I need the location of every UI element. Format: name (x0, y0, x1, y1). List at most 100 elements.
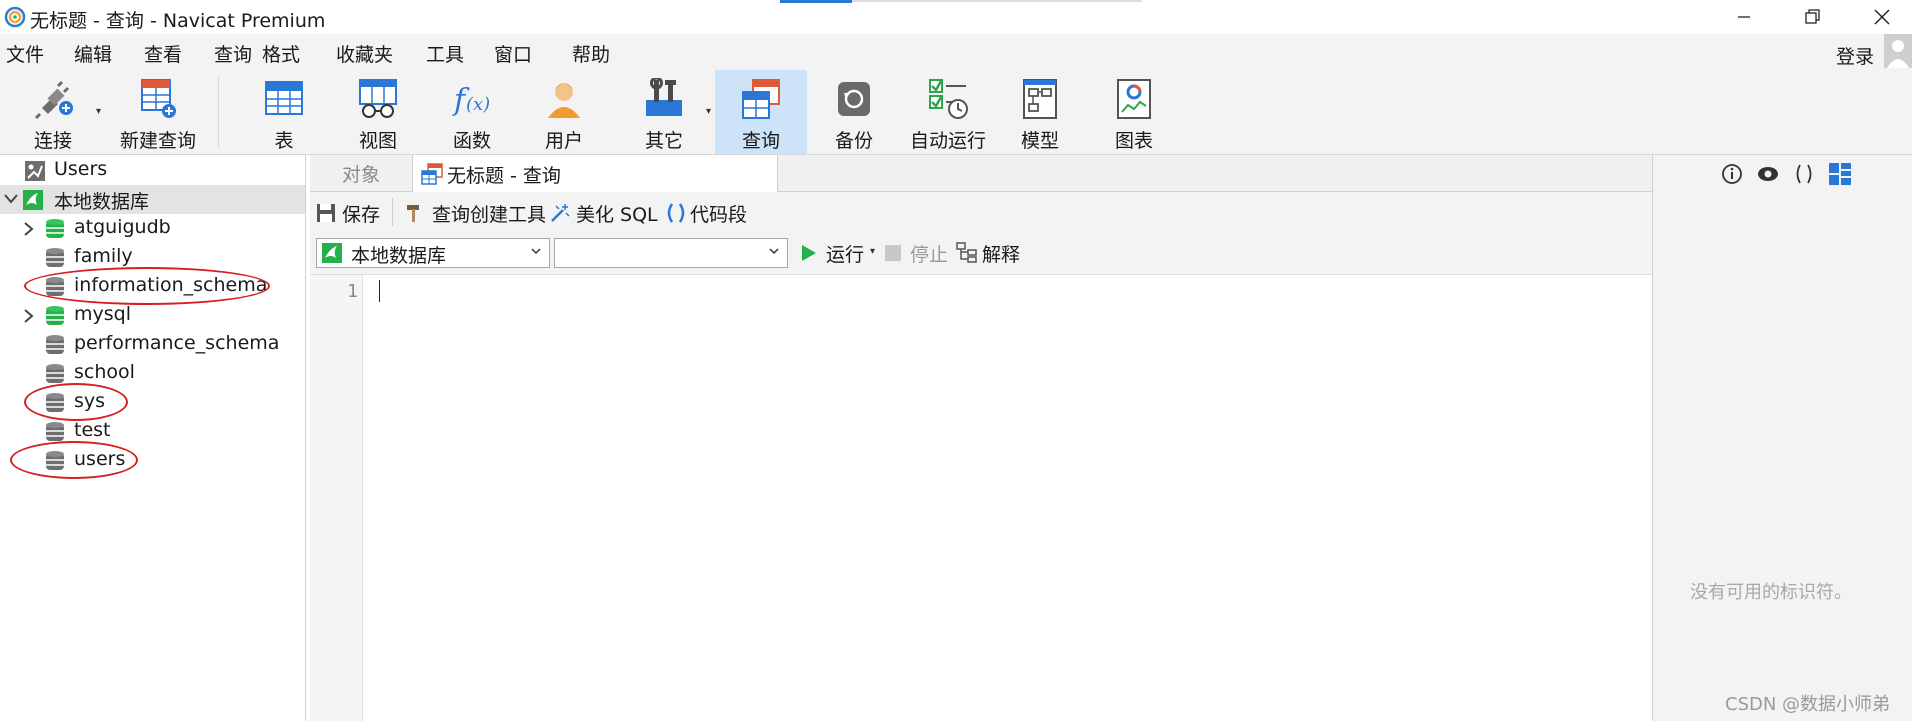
tree-item-connection[interactable]: 本地数据库 (0, 185, 305, 214)
toolbar-connection-button[interactable]: 连接 (8, 70, 98, 154)
tools-icon (646, 78, 682, 116)
view-glasses-icon (359, 79, 397, 118)
menu-favorites[interactable]: 收藏夹 (336, 40, 393, 67)
chevron-down-icon (531, 248, 541, 255)
connection-dropdown-caret-icon[interactable]: ▾ (96, 106, 101, 117)
explain-icon (956, 242, 977, 263)
toolbar-label: 用户 (544, 130, 583, 152)
tree-item-database[interactable]: test (0, 417, 305, 446)
tree-item-label: family (74, 245, 133, 267)
connection-select[interactable]: 本地数据库 (316, 238, 550, 268)
editor-gutter (310, 275, 363, 721)
menu-edit[interactable]: 编辑 (74, 40, 112, 67)
mysql-connection-icon (23, 190, 43, 210)
restore-button[interactable] (1782, 0, 1842, 34)
svg-text:(x): (x) (466, 94, 490, 115)
connection-plug-icon (34, 80, 73, 120)
tree-item-database[interactable]: school (0, 359, 305, 388)
toolbar-label: 视图 (358, 130, 397, 152)
tree-item-label: test (74, 419, 111, 441)
toolbar-chart-button[interactable]: 图表 (1088, 70, 1180, 154)
close-button[interactable] (1852, 0, 1912, 34)
tree-item-database[interactable]: mysql (0, 301, 305, 330)
info-icon[interactable] (1720, 162, 1744, 186)
chevron-right-icon[interactable] (24, 309, 34, 323)
chevron-down-icon[interactable] (4, 194, 18, 204)
annotation-circle (24, 383, 128, 421)
menu-file[interactable]: 文件 (6, 40, 44, 67)
no-identifiers-message: 没有可用的标识符。 (1690, 582, 1852, 603)
database-icon (46, 422, 64, 441)
watermark: CSDN @数据小师弟 (1725, 694, 1891, 715)
toolbar-table-button[interactable]: 表 (238, 70, 330, 154)
parentheses-icon[interactable] (1792, 162, 1816, 186)
info-pane (1652, 155, 1912, 721)
backup-icon (838, 82, 870, 116)
others-dropdown-caret-icon[interactable]: ▾ (706, 106, 711, 117)
query-icon (742, 79, 780, 119)
database-open-icon (46, 219, 64, 238)
new-query-icon (141, 79, 176, 118)
tab-query[interactable]: 无标题 - 查询 (412, 155, 778, 192)
toolbar-others-button[interactable]: 其它 (618, 70, 710, 154)
explain-button[interactable]: 解释 (982, 240, 1020, 267)
magic-wand-icon (551, 204, 570, 222)
database-open-icon (46, 306, 64, 325)
menu-view[interactable]: 查看 (144, 40, 182, 67)
mysql-connection-icon (322, 243, 342, 263)
menu-tools[interactable]: 工具 (426, 40, 464, 67)
function-fx-icon: f (x) (452, 83, 490, 118)
hammer-icon (407, 205, 419, 222)
title-accent-bar-gray (852, 0, 1142, 2)
toolbar-label: 备份 (834, 130, 873, 152)
login-link[interactable]: 登录 (1836, 42, 1874, 69)
grid-layout-icon[interactable] (1828, 162, 1852, 186)
chevron-right-icon[interactable] (24, 222, 34, 236)
tree-item-label: mysql (74, 303, 131, 325)
toolbar-view-button[interactable]: 视图 (332, 70, 424, 154)
stop-button[interactable]: 停止 (910, 240, 948, 267)
toolbar-label: 表 (274, 130, 294, 152)
menu-window[interactable]: 窗口 (494, 40, 532, 67)
tree-item-label: school (74, 361, 135, 383)
toolbar-backup-button[interactable]: 备份 (808, 70, 900, 154)
toolbar-auto-run-button[interactable]: 自动运行 (900, 70, 996, 154)
beautify-sql-button[interactable]: 美化 SQL (576, 200, 658, 227)
toolbar-new-query-button[interactable]: 新建查询 (108, 70, 208, 154)
toolbar-user-button[interactable]: 用户 (518, 70, 610, 154)
code-snippet-button[interactable]: 代码段 (690, 200, 747, 227)
minimize-button[interactable] (1714, 0, 1774, 34)
database-icon (46, 335, 64, 354)
restore-icon (1805, 9, 1820, 24)
table-icon (265, 81, 303, 115)
menu-format[interactable]: 格式 (262, 40, 300, 67)
toolbar-label: 其它 (644, 130, 683, 152)
toolbar-label: 连接 (33, 130, 72, 152)
tree-item-users-object[interactable]: Users (0, 156, 305, 185)
toolbar-model-button[interactable]: 模型 (994, 70, 1086, 154)
users-object-icon (25, 161, 45, 181)
database-icon (46, 364, 64, 383)
line-number: 1 (347, 281, 358, 302)
eye-icon[interactable] (1756, 162, 1780, 186)
menu-help[interactable]: 帮助 (572, 40, 610, 67)
chart-icon (1117, 79, 1151, 119)
toolbar-function-button[interactable]: f (x) 函数 (426, 70, 518, 154)
toolbar-query-button[interactable]: 查询 (715, 70, 807, 154)
annotation-circle (24, 267, 270, 305)
tab-objects[interactable]: 对象 (310, 155, 412, 191)
database-select[interactable] (554, 238, 788, 268)
save-icon (317, 204, 335, 222)
save-button[interactable]: 保存 (342, 200, 380, 227)
tree-item-database[interactable]: atguigudb (0, 214, 305, 243)
tree-item-database[interactable]: performance_schema (0, 330, 305, 359)
run-dropdown-caret-icon[interactable]: ▾ (870, 246, 875, 257)
sql-editor[interactable] (310, 275, 1652, 721)
toolbar-label: 函数 (452, 130, 491, 152)
query-builder-button[interactable]: 查询创建工具 (432, 200, 546, 227)
avatar[interactable] (1884, 34, 1912, 70)
menu-query[interactable]: 查询 (214, 40, 252, 67)
navicat-logo-icon (4, 6, 26, 28)
run-button[interactable]: 运行 (826, 240, 864, 267)
tree-item-label: 本地数据库 (54, 191, 150, 213)
